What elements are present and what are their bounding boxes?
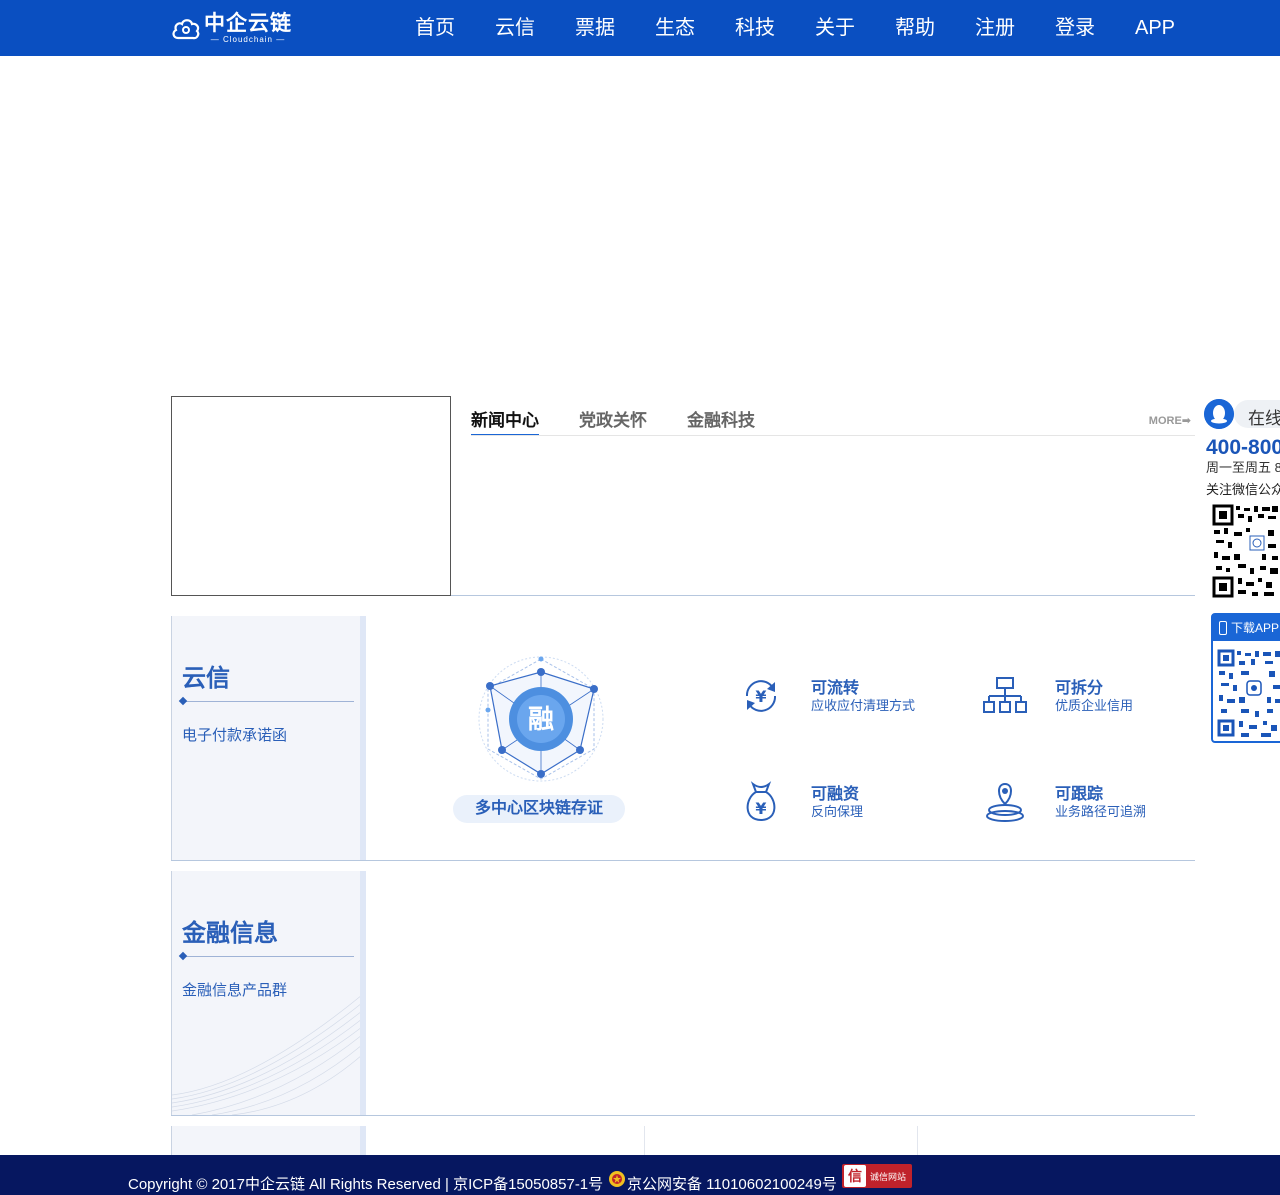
wechat-qr-icon: [1212, 504, 1280, 600]
location-pin-icon: [986, 782, 1024, 822]
top-header: 中企云链 — Cloudchain — 首页 云信 票据 生态 科技 关于 帮助…: [0, 0, 1280, 56]
divider: [644, 1126, 645, 1156]
diamond-icon: [178, 696, 188, 706]
feature-desc: 优质企业信用: [1055, 698, 1134, 713]
app-download-label: 下载APP: [1213, 615, 1280, 641]
finance-title[interactable]: 金融信息: [182, 913, 278, 948]
police-badge-icon: [609, 1171, 625, 1187]
feature-splittable[interactable]: 可拆分 优质企业信用: [983, 674, 1203, 724]
nav-tech[interactable]: 科技: [715, 0, 795, 56]
nav-yunxin[interactable]: 云信: [475, 0, 555, 56]
tab-divider: [471, 435, 1195, 436]
yunxin-sidebar: 云信 电子付款承诺函: [171, 616, 366, 860]
finance-sidebar: 金融信息 金融信息产品群: [171, 871, 366, 1115]
nav-app[interactable]: APP: [1115, 0, 1195, 56]
yunxin-subtitle[interactable]: 电子付款承诺函: [182, 724, 287, 745]
nav-ecosystem[interactable]: 生态: [635, 0, 715, 56]
money-bag-icon: ¥: [746, 781, 776, 822]
service-float-panel: 在线 400-800 周一至周五 8 关注微信公众 下载APP: [1204, 396, 1280, 746]
online-service[interactable]: 在线: [1204, 396, 1280, 432]
footer: Copyright © 2017中企云链 All Rights Reserved…: [0, 1155, 1280, 1195]
org-chart-icon: [983, 677, 1027, 713]
nav-login[interactable]: 登录: [1035, 0, 1115, 56]
main-nav: 首页 云信 票据 生态 科技 关于 帮助 注册 登录 APP: [395, 0, 1195, 56]
feature-desc: 业务路径可追溯: [1055, 804, 1147, 819]
finance-section: 金融信息 金融信息产品群: [171, 871, 1195, 1116]
divider: [917, 1126, 918, 1156]
blockchain-graphic: 融: [476, 654, 606, 784]
credit-site-badge[interactable]: 信 诚信网站: [842, 1164, 912, 1188]
divider: [182, 956, 354, 957]
svg-text:¥: ¥: [755, 799, 766, 818]
tab-fintech[interactable]: 金融科技: [687, 396, 755, 436]
nav-bills[interactable]: 票据: [555, 0, 635, 56]
tab-party-care[interactable]: 党政关怀: [579, 396, 647, 436]
online-label: 在线: [1248, 409, 1280, 428]
svg-text:¥: ¥: [755, 687, 766, 706]
blockchain-label: 多中心区块链存证: [453, 795, 625, 823]
service-hours: 周一至周五 8: [1206, 460, 1280, 475]
copyright-text[interactable]: Copyright © 2017中企云链 All Rights Reserved…: [128, 1173, 603, 1194]
feature-desc: 应收应付清理方式: [811, 698, 916, 713]
nav-help[interactable]: 帮助: [875, 0, 955, 56]
nav-home[interactable]: 首页: [395, 0, 475, 56]
wave-decoration-icon: [172, 994, 363, 1115]
more-link[interactable]: MORE➡: [1149, 414, 1191, 427]
news-panel: 新闻中心 党政关怀 金融科技 MORE➡: [451, 396, 1195, 596]
logo[interactable]: 中企云链 — Cloudchain —: [170, 12, 292, 44]
feature-trackable[interactable]: 可跟踪 业务路径可追溯: [983, 780, 1203, 830]
feature-transferable[interactable]: ¥ 可流转 应收应付清理方式: [739, 674, 959, 724]
third-sidebar: [171, 1126, 366, 1156]
nav-about[interactable]: 关于: [795, 0, 875, 56]
diamond-icon: [178, 951, 188, 961]
blockchain-glyph: 融: [528, 705, 554, 735]
third-section: [171, 1126, 1195, 1156]
cloud-logo-icon: [172, 19, 200, 40]
logo-subtitle: — Cloudchain —: [210, 34, 286, 44]
feature-financeable[interactable]: ¥ 可融资 反向保理: [739, 780, 959, 830]
qq-icon: [1204, 399, 1234, 429]
feature-desc: 反向保理: [811, 804, 864, 819]
logo-name: 中企云链: [204, 11, 292, 35]
police-record-text[interactable]: 京公网安备 11010602100249号: [627, 1173, 837, 1194]
credit-icon: 信: [844, 1165, 866, 1187]
credit-text: 诚信网站: [870, 1171, 907, 1182]
app-qr-icon: [1217, 649, 1280, 737]
app-download-box[interactable]: 下载APP: [1211, 613, 1280, 743]
yunxin-title[interactable]: 云信: [182, 658, 230, 693]
news-image-placeholder[interactable]: [171, 396, 451, 596]
yen-cycle-icon: ¥: [745, 680, 777, 712]
news-tabs: 新闻中心 党政关怀 金融科技: [471, 396, 795, 436]
blockchain-hexagon-icon: 融: [478, 656, 604, 782]
divider: [182, 701, 354, 702]
tab-news-center[interactable]: 新闻中心: [471, 396, 539, 436]
nav-register[interactable]: 注册: [955, 0, 1035, 56]
yunxin-section: 云信 电子付款承诺函 融 多中心区块链存证 ¥ 可流转 应收应付清理方式 可拆分…: [171, 616, 1195, 861]
wechat-label: 关注微信公众: [1206, 482, 1280, 497]
